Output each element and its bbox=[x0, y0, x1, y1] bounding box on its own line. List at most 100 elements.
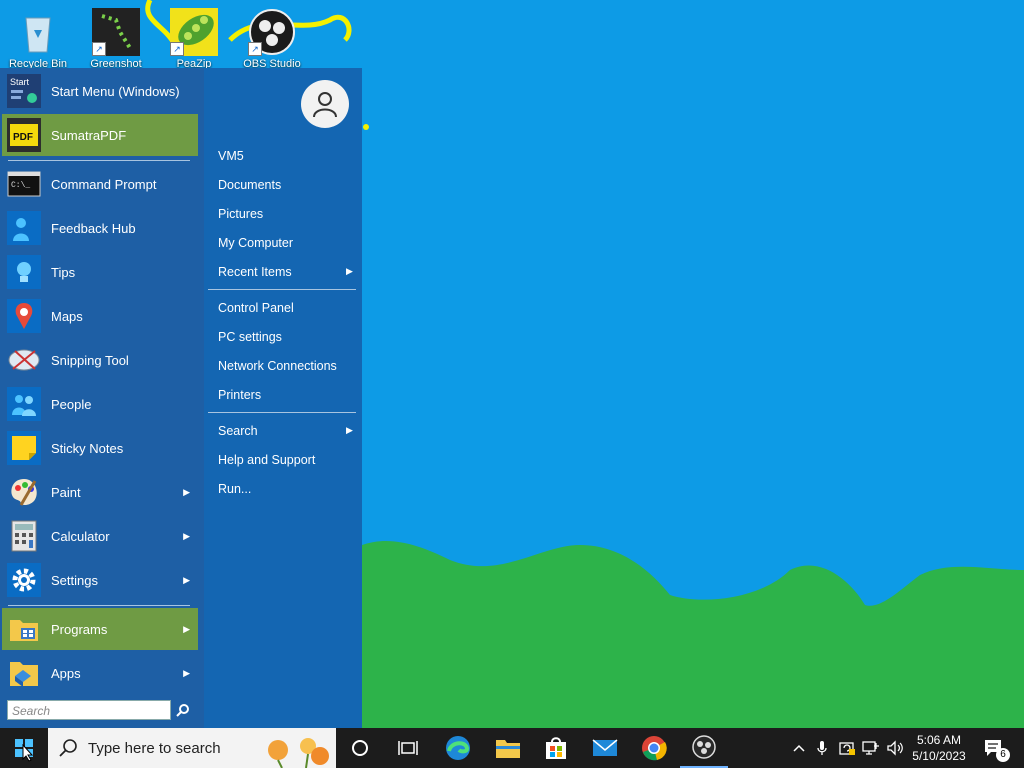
palette-icon bbox=[6, 474, 42, 510]
start-link-documents[interactable]: Documents bbox=[218, 178, 281, 192]
start-link-label: Recent Items bbox=[218, 265, 292, 279]
start-item-start-menu-windows[interactable]: Start Start Menu (Windows) bbox=[2, 70, 198, 112]
programs-folder-icon bbox=[6, 611, 42, 647]
search-highlight-flowers-icon bbox=[268, 738, 329, 768]
svg-text:PDF: PDF bbox=[13, 132, 33, 143]
start-search-input[interactable]: Search bbox=[7, 700, 171, 720]
start-item-feedback-hub[interactable]: Feedback Hub bbox=[2, 207, 198, 249]
start-button[interactable] bbox=[0, 728, 48, 768]
submenu-arrow-icon: ▶ bbox=[183, 530, 190, 541]
start-item-apps[interactable]: Apps ▶ bbox=[2, 652, 198, 694]
volume-tray-button[interactable] bbox=[884, 728, 906, 768]
mail-icon bbox=[592, 739, 618, 756]
desktop-icon-recycle-bin[interactable]: Recycle Bin bbox=[0, 4, 76, 70]
start-item-sumatrapdf[interactable]: PDF SumatraPDF bbox=[2, 114, 198, 156]
start-link-search[interactable]: Search ▶ bbox=[218, 424, 353, 438]
start-item-settings[interactable]: Settings ▶ bbox=[2, 559, 198, 601]
edge-icon bbox=[446, 736, 470, 760]
calculator-icon bbox=[6, 518, 42, 554]
start-link-vm5[interactable]: VM5 bbox=[218, 149, 244, 163]
desktop-icon-peazip[interactable]: ↗ PeaZip bbox=[156, 4, 232, 70]
obs-icon bbox=[692, 735, 716, 759]
start-item-label: People bbox=[51, 396, 92, 412]
start-link-pictures[interactable]: Pictures bbox=[218, 207, 263, 221]
network-tray-button[interactable] bbox=[860, 728, 882, 768]
start-link-label: Help and Support bbox=[218, 453, 316, 467]
cortana-button[interactable] bbox=[336, 728, 384, 768]
cortana-icon bbox=[352, 740, 368, 756]
edge-button[interactable] bbox=[434, 728, 482, 768]
peazip-icon: ↗ bbox=[170, 8, 218, 56]
start-link-network-connections[interactable]: Network Connections bbox=[218, 359, 337, 373]
start-link-label: Printers bbox=[218, 388, 262, 402]
start-item-paint[interactable]: Paint ▶ bbox=[2, 471, 198, 513]
desktop-icon-greenshot[interactable]: ↗ Greenshot bbox=[78, 4, 154, 70]
apps-folder-icon bbox=[6, 655, 42, 691]
mail-button[interactable] bbox=[581, 728, 629, 768]
greenshot-icon: ↗ bbox=[92, 8, 140, 56]
search-icon[interactable] bbox=[175, 703, 191, 719]
start-item-label: Settings bbox=[51, 572, 98, 588]
start-item-label: Feedback Hub bbox=[51, 220, 136, 236]
start-link-my-computer[interactable]: My Computer bbox=[218, 236, 293, 250]
submenu-arrow-icon: ▶ bbox=[183, 667, 190, 678]
start-item-tips[interactable]: Tips bbox=[2, 251, 198, 293]
start-item-label: SumatraPDF bbox=[51, 127, 127, 143]
start-link-run[interactable]: Run... bbox=[218, 482, 251, 496]
submenu-arrow-icon: ▶ bbox=[346, 425, 353, 435]
submenu-arrow-icon: ▶ bbox=[183, 486, 190, 497]
start-item-label: Sticky Notes bbox=[51, 440, 124, 456]
start-link-control-panel[interactable]: Control Panel bbox=[218, 301, 294, 315]
scissors-icon bbox=[6, 342, 42, 378]
start-item-label: Start Menu (Windows) bbox=[51, 83, 180, 99]
taskbar: Type here to search 5:06 AM 5/10/2023 6 bbox=[0, 728, 1024, 768]
start-link-recent-items[interactable]: Recent Items ▶ bbox=[218, 265, 353, 279]
start-item-command-prompt[interactable]: C:\_ Command Prompt bbox=[2, 163, 198, 205]
task-view-button[interactable] bbox=[384, 728, 432, 768]
notification-count-badge: 6 bbox=[996, 748, 1010, 762]
show-hidden-icons-button[interactable] bbox=[789, 728, 809, 768]
start-item-sticky-notes[interactable]: Sticky Notes bbox=[2, 427, 198, 469]
gear-icon bbox=[6, 562, 42, 598]
start-menu-icon: Start bbox=[6, 73, 42, 109]
start-item-people[interactable]: People bbox=[2, 383, 198, 425]
start-item-programs[interactable]: Programs ▶ bbox=[2, 608, 198, 650]
action-center-button[interactable]: 6 bbox=[976, 728, 1012, 768]
chrome-button[interactable] bbox=[630, 728, 678, 768]
clock[interactable]: 5:06 AM 5/10/2023 bbox=[908, 728, 970, 768]
map-pin-icon bbox=[6, 298, 42, 334]
start-link-label: Documents bbox=[218, 178, 282, 192]
start-menu-separator bbox=[208, 412, 356, 413]
start-item-maps[interactable]: Maps bbox=[2, 295, 198, 337]
backup-tray-button[interactable] bbox=[836, 728, 858, 768]
shortcut-arrow-icon: ↗ bbox=[170, 42, 184, 56]
user-avatar[interactable] bbox=[301, 80, 349, 128]
start-item-label: Maps bbox=[51, 308, 83, 324]
start-item-calculator[interactable]: Calculator ▶ bbox=[2, 515, 198, 557]
mouse-cursor-icon bbox=[22, 744, 34, 762]
store-button[interactable] bbox=[532, 728, 580, 768]
taskbar-search-box[interactable]: Type here to search bbox=[48, 728, 336, 768]
file-explorer-button[interactable] bbox=[484, 728, 532, 768]
recycle-bin-icon bbox=[14, 8, 62, 56]
start-link-help-and-support[interactable]: Help and Support bbox=[218, 453, 315, 467]
start-item-label: Command Prompt bbox=[51, 176, 157, 192]
start-item-label: Paint bbox=[51, 484, 81, 500]
clock-time: 5:06 AM bbox=[916, 733, 962, 747]
start-item-snipping-tool[interactable]: Snipping Tool bbox=[2, 339, 198, 381]
start-link-label: My Computer bbox=[218, 236, 294, 250]
start-menu-separator bbox=[8, 160, 190, 161]
chrome-icon bbox=[642, 736, 667, 761]
desktop-icon-obs-studio[interactable]: ↗ OBS Studio bbox=[234, 4, 310, 70]
store-icon bbox=[546, 737, 566, 759]
start-item-label: Calculator bbox=[51, 528, 110, 544]
obs-taskbar-button[interactable] bbox=[680, 728, 728, 768]
start-link-printers[interactable]: Printers bbox=[218, 388, 261, 402]
start-link-pc-settings[interactable]: PC settings bbox=[218, 330, 282, 344]
shortcut-arrow-icon: ↗ bbox=[92, 42, 106, 56]
microphone-icon bbox=[817, 741, 827, 755]
task-view-icon bbox=[398, 741, 418, 755]
svg-text:Start: Start bbox=[10, 77, 30, 87]
start-link-label: Search bbox=[218, 424, 258, 438]
microphone-tray-button[interactable] bbox=[812, 728, 832, 768]
